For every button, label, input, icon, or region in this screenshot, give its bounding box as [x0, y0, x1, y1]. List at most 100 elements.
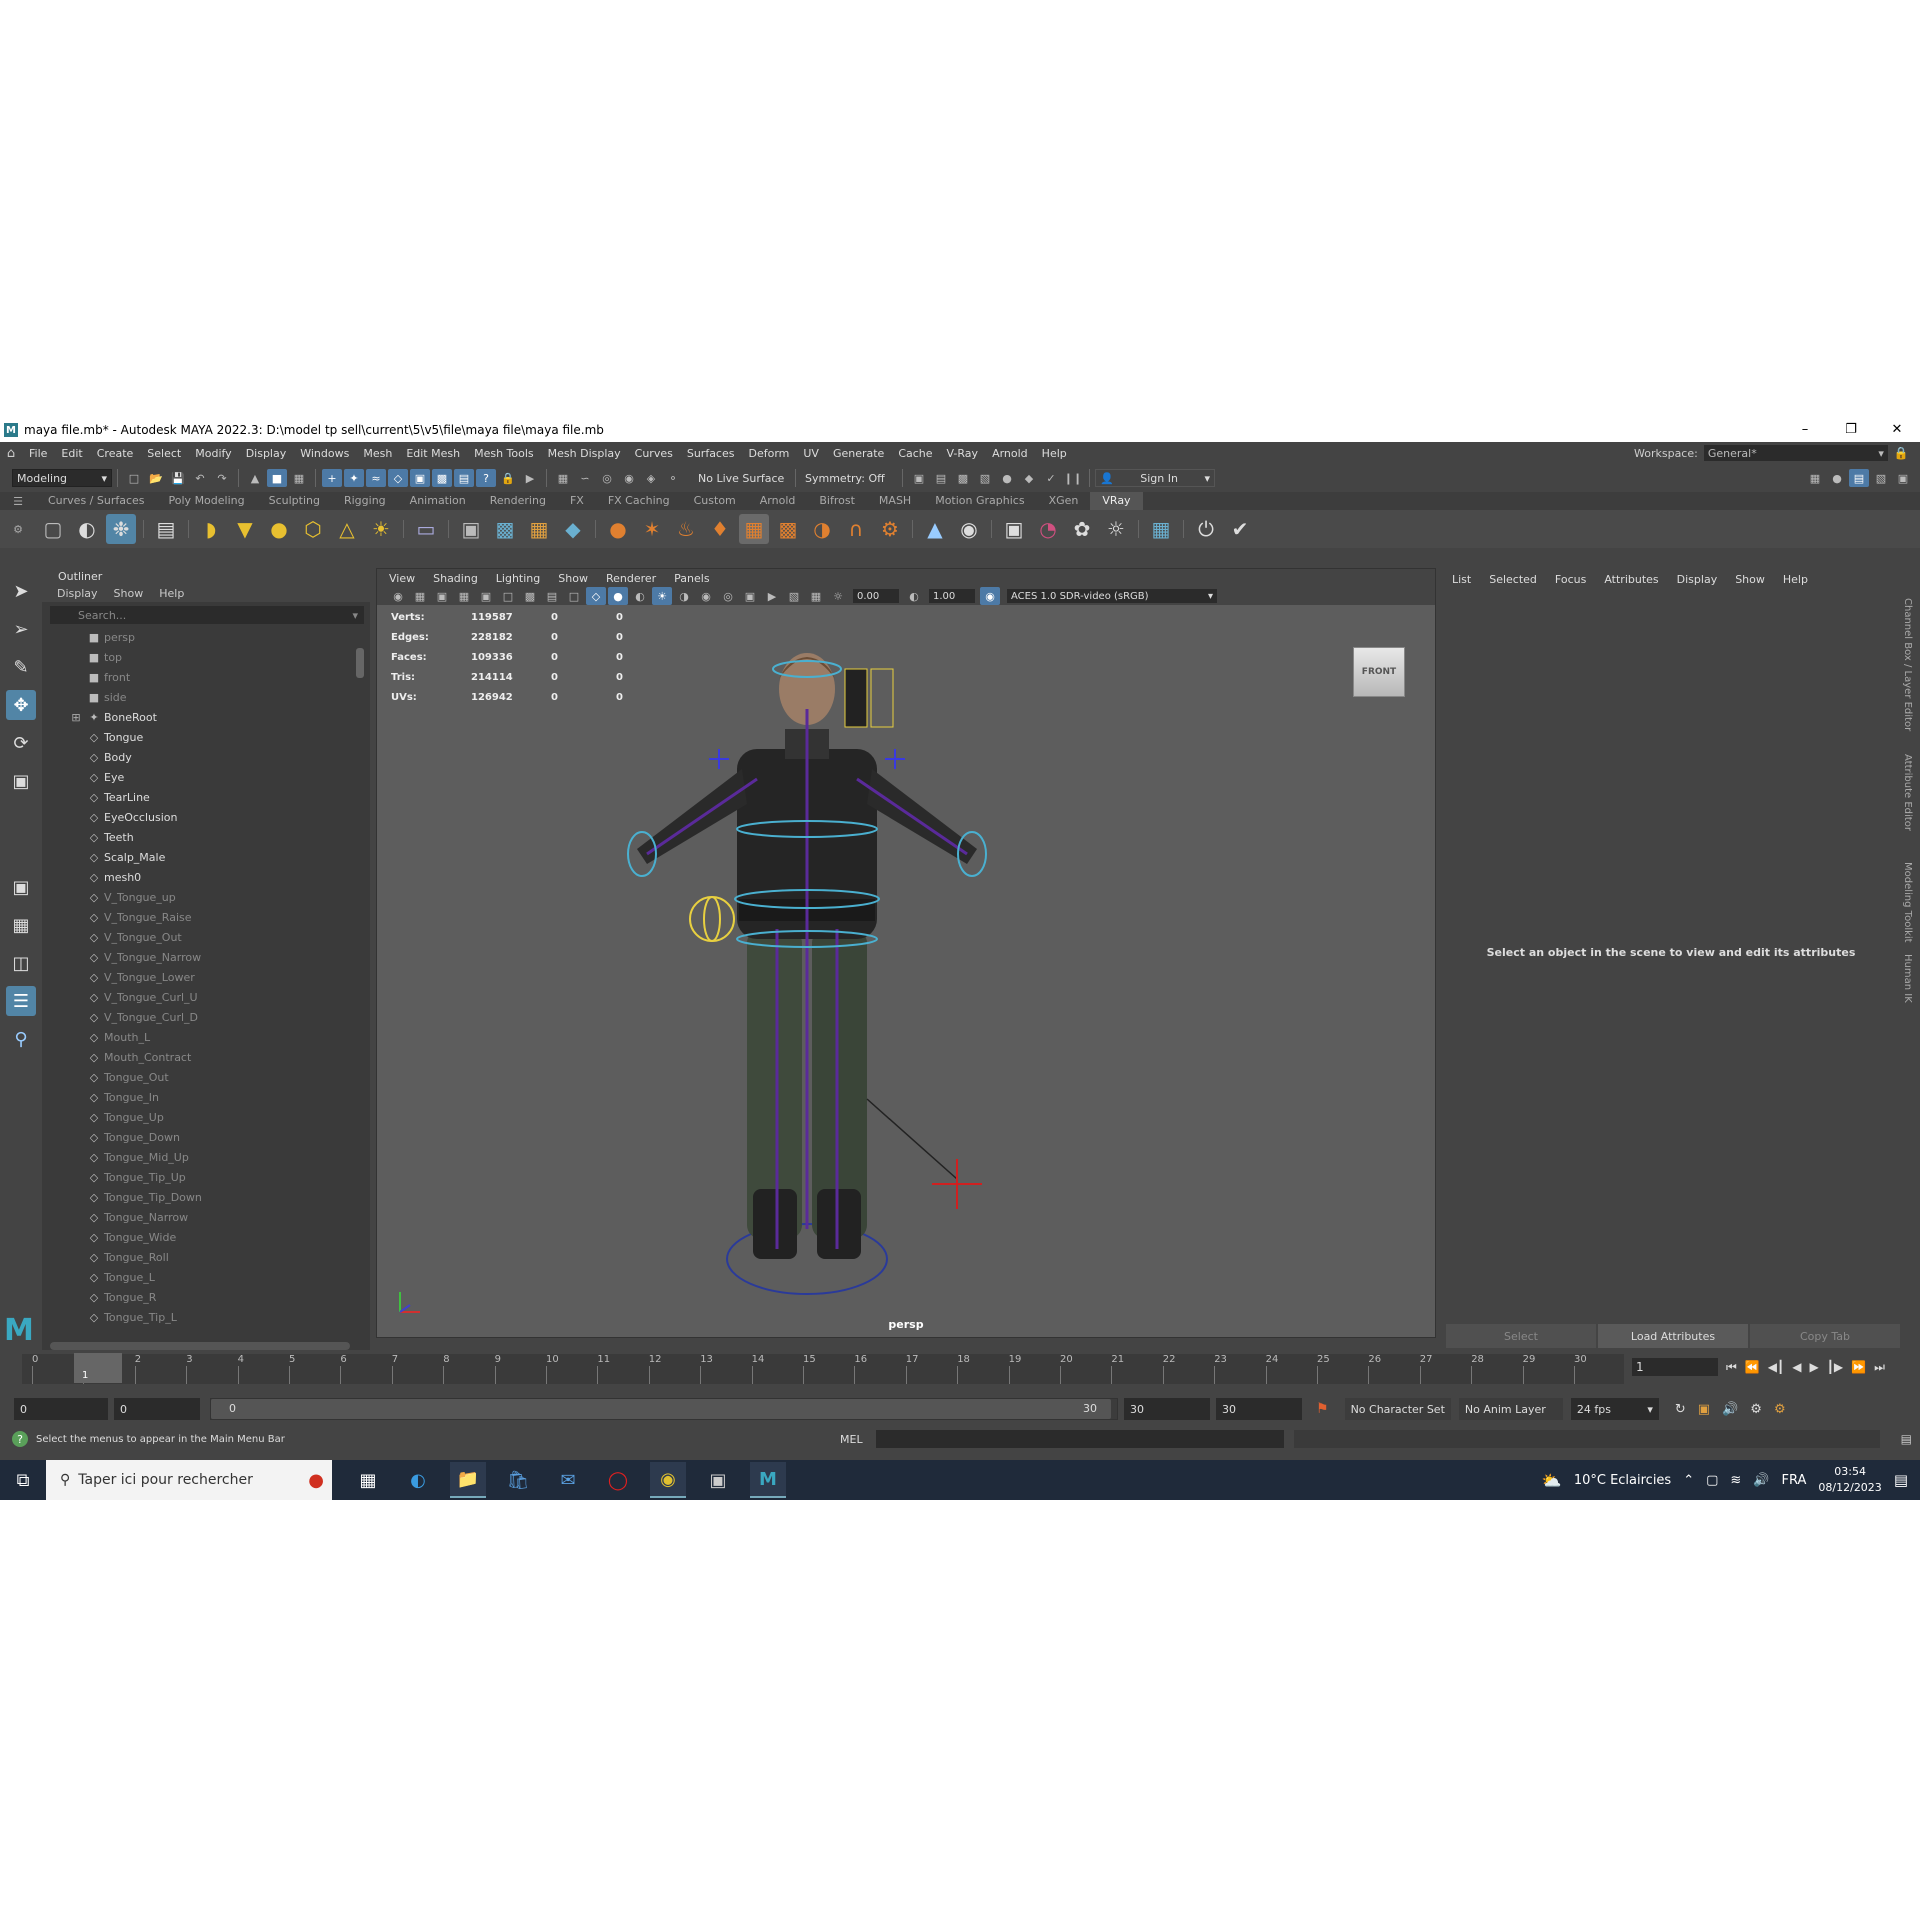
menu-file[interactable]: File — [22, 447, 54, 460]
attribute-menu-focus[interactable]: Focus — [1555, 573, 1586, 586]
home-icon[interactable]: ⌂ — [0, 446, 22, 461]
chrome-icon[interactable]: ◉ — [650, 1462, 686, 1498]
foot-ik-cross[interactable] — [932, 1159, 982, 1209]
shelf-tab-animation[interactable]: Animation — [398, 492, 478, 510]
select-by-dynamics-icon[interactable]: ▩ — [432, 469, 452, 487]
outliner-item[interactable]: ◇ V_Tongue_Curl_D — [42, 1008, 370, 1028]
outliner-item[interactable]: ⊞ ✦ BoneRoot — [42, 708, 370, 728]
menu-help[interactable]: Help — [1035, 447, 1074, 460]
shelf-tab-rigging[interactable]: Rigging — [332, 492, 398, 510]
face-control-panel-2[interactable] — [870, 668, 894, 728]
ambient-occlusion-icon[interactable]: ◉ — [696, 587, 716, 605]
shelf-tab-bifrost[interactable]: Bifrost — [807, 492, 867, 510]
vray-sphere-icon[interactable]: ◑ — [807, 514, 837, 544]
shelf-tab-poly-modeling[interactable]: Poly Modeling — [157, 492, 257, 510]
volume-icon[interactable]: 🔊 — [1753, 1473, 1769, 1488]
outliner-vertical-scrollbar[interactable] — [356, 648, 364, 678]
menu-windows[interactable]: Windows — [293, 447, 356, 460]
outliner-item[interactable]: ◇ Tongue_Mid_Up — [42, 1148, 370, 1168]
outliner-item[interactable]: ◇ Tongue_Roll — [42, 1248, 370, 1268]
outliner-item[interactable]: ◇ Teeth — [42, 828, 370, 848]
attribute-menu-display[interactable]: Display — [1677, 573, 1718, 586]
outliner-item[interactable]: ◇ Tongue — [42, 728, 370, 748]
notifications-icon[interactable]: ▤ — [1894, 1471, 1908, 1489]
mesh-light-icon[interactable]: ⬡ — [298, 514, 328, 544]
outliner-item[interactable]: ◇ Eye — [42, 768, 370, 788]
menu-generate[interactable]: Generate — [826, 447, 891, 460]
render-view-icon[interactable]: ◆ — [1019, 469, 1039, 487]
viewport-menu-show[interactable]: Show — [558, 572, 588, 585]
weather-text[interactable]: 10°C Eclaircies — [1574, 1473, 1671, 1488]
scale-tool-icon[interactable]: ▣ — [6, 766, 36, 796]
outliner-item[interactable]: ■ persp — [42, 628, 370, 648]
select-tool-icon[interactable]: ➤ — [6, 576, 36, 606]
tool-settings-icon[interactable]: ▧ — [1871, 469, 1891, 487]
script-language-label[interactable]: MEL — [840, 1433, 863, 1446]
gate-mask-icon[interactable]: ▩ — [520, 587, 540, 605]
menu-curves[interactable]: Curves — [628, 447, 680, 460]
network-drive-icon[interactable]: ▣ — [700, 1462, 736, 1498]
chevron-up-icon[interactable]: ⌃ — [1683, 1473, 1694, 1488]
motion-blur-icon[interactable]: ◎ — [718, 587, 738, 605]
vray-frame-buffer-icon[interactable]: ▣ — [999, 514, 1029, 544]
outliner-item[interactable]: ■ front — [42, 668, 370, 688]
step-back-frame-icon[interactable]: ◀┃ — [1768, 1360, 1784, 1374]
highlight-selection-icon[interactable]: ▶ — [520, 469, 540, 487]
vray-mesh-icon[interactable]: ▩ — [490, 514, 520, 544]
opera-icon[interactable]: ◯ — [600, 1462, 636, 1498]
attribute-menu-list[interactable]: List — [1452, 573, 1471, 586]
outliner-item[interactable]: ◇ Tongue_Narrow — [42, 1208, 370, 1228]
edge-icon[interactable]: ◐ — [400, 1462, 436, 1498]
language-indicator[interactable]: FRA — [1782, 1473, 1807, 1488]
side-tab-attribute-editor[interactable]: Attribute Editor — [1902, 754, 1913, 831]
ik-pole-control[interactable] — [689, 896, 735, 942]
shelf-tab-fx-caching[interactable]: FX Caching — [596, 492, 682, 510]
modeling-toolkit-icon[interactable]: ▦ — [1805, 469, 1825, 487]
copy-tab-button[interactable]: Copy Tab — [1750, 1324, 1900, 1348]
vray-fur-icon[interactable]: ▦ — [524, 514, 554, 544]
expand-icon[interactable]: ⊞ — [70, 708, 82, 728]
mail-icon[interactable]: ✉ — [550, 1462, 586, 1498]
smooth-shade-icon[interactable]: ● — [608, 587, 628, 605]
sun-light-icon[interactable]: ☀ — [366, 514, 396, 544]
outliner-item[interactable]: ◇ Tongue_L — [42, 1268, 370, 1288]
select-by-misc-icon[interactable]: ? — [476, 469, 496, 487]
color-wheel-icon[interactable]: ◔ — [1033, 514, 1063, 544]
script-icon[interactable]: ▤ — [151, 514, 181, 544]
fps-dropdown[interactable]: 24 fps ▾ — [1570, 1398, 1659, 1420]
animation-settings-icon[interactable]: ⚙ — [1774, 1402, 1786, 1417]
wifi-icon[interactable]: ≋ — [1730, 1473, 1741, 1488]
outliner-item[interactable]: ◇ V_Tongue_Out — [42, 928, 370, 948]
shelf-tab-arnold[interactable]: Arnold — [748, 492, 808, 510]
menu-edit[interactable]: Edit — [54, 447, 89, 460]
character-rig-figure[interactable] — [577, 629, 1137, 1319]
menu-deform[interactable]: Deform — [741, 447, 796, 460]
minimize-button[interactable]: – — [1782, 418, 1828, 442]
time-slider[interactable]: 0123456789101112131415161718192021222324… — [0, 1350, 1920, 1392]
shelf-tab-vray[interactable]: VRay — [1090, 492, 1143, 510]
colorspace-dropdown[interactable]: ACES 1.0 SDR-video (sRGB) ▾ — [1007, 589, 1217, 603]
load-attributes-button[interactable]: Load Attributes — [1598, 1324, 1748, 1348]
make-live-icon[interactable]: ⚬ — [663, 469, 683, 487]
xray-icon[interactable]: ▧ — [784, 587, 804, 605]
select-by-deform-icon[interactable]: ▣ — [410, 469, 430, 487]
shelf-tab-motion-graphics[interactable]: Motion Graphics — [923, 492, 1036, 510]
xray-joints-icon[interactable]: ▦ — [806, 587, 826, 605]
menu-mesh[interactable]: Mesh — [356, 447, 399, 460]
loop-icon[interactable]: ↻ — [1675, 1402, 1686, 1417]
outliner-horizontal-scrollbar[interactable] — [50, 1342, 350, 1350]
range-slider-handle[interactable] — [211, 1399, 1111, 1419]
cube-icon[interactable]: ▢ — [38, 514, 68, 544]
script-editor-icon[interactable]: ▤ — [1901, 1432, 1912, 1446]
outliner-menu-show[interactable]: Show — [114, 587, 144, 600]
outliner-item[interactable]: ◇ Tongue_R — [42, 1288, 370, 1308]
outliner-item[interactable]: ◇ Mouth_Contract — [42, 1048, 370, 1068]
menu-display[interactable]: Display — [239, 447, 294, 460]
menu-v-ray[interactable]: V-Ray — [940, 447, 986, 460]
material-library-icon[interactable]: ✿ — [1067, 514, 1097, 544]
range-slider[interactable]: 0 30 — [210, 1398, 1118, 1420]
restore-button[interactable]: ❐ — [1828, 418, 1874, 442]
move-tool-icon[interactable]: ✥ — [6, 690, 36, 720]
lasso-tool-icon[interactable]: ➢ — [6, 614, 36, 644]
viewport-menu-view[interactable]: View — [389, 572, 415, 585]
